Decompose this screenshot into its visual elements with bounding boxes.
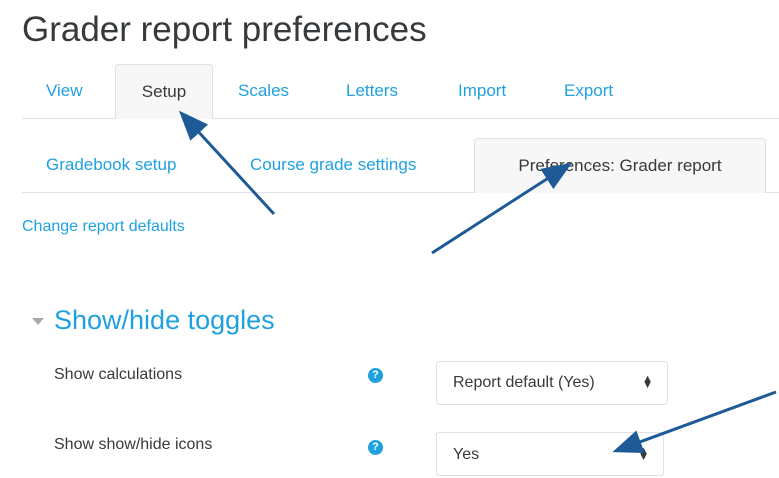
- select-arrows-icon: ▲ ▼: [642, 373, 653, 391]
- section-toggle-show-hide[interactable]: Show/hide toggles: [32, 302, 275, 338]
- show-calculations-select[interactable]: Report default (Yes) ▲ ▼: [436, 361, 668, 405]
- setting-label-show-hide-icons: Show show/hide icons: [54, 436, 213, 453]
- help-icon[interactable]: ?: [368, 440, 383, 455]
- select-arrows-icon: ▲ ▼: [638, 445, 649, 463]
- tab-export[interactable]: Export: [564, 64, 613, 117]
- tab-gradebook-setup[interactable]: Gradebook setup: [46, 138, 176, 191]
- show-hide-icons-select[interactable]: Yes ▲ ▼: [436, 432, 664, 476]
- change-report-defaults-link[interactable]: Change report defaults: [22, 218, 185, 236]
- tab-course-grade-settings[interactable]: Course grade settings: [250, 138, 416, 191]
- primary-tab-bar: View Setup Scales Letters Import Export: [22, 64, 779, 119]
- help-icon[interactable]: ?: [368, 368, 383, 383]
- setting-label-show-calculations: Show calculations: [54, 366, 183, 383]
- tab-scales[interactable]: Scales: [238, 64, 289, 117]
- section-title: Show/hide toggles: [54, 304, 275, 335]
- page-title: Grader report preferences: [22, 10, 427, 49]
- secondary-tab-bar: Gradebook setup Course grade settings Pr…: [22, 138, 779, 193]
- tab-setup[interactable]: Setup: [115, 64, 213, 119]
- tab-view[interactable]: View: [46, 64, 83, 117]
- tab-import[interactable]: Import: [458, 64, 506, 117]
- select-value: Yes: [453, 446, 480, 463]
- tab-letters[interactable]: Letters: [346, 64, 398, 117]
- caret-down-icon: [32, 317, 44, 325]
- select-value: Report default (Yes): [453, 374, 595, 391]
- tab-preferences-grader-report[interactable]: Preferences: Grader report: [474, 138, 766, 193]
